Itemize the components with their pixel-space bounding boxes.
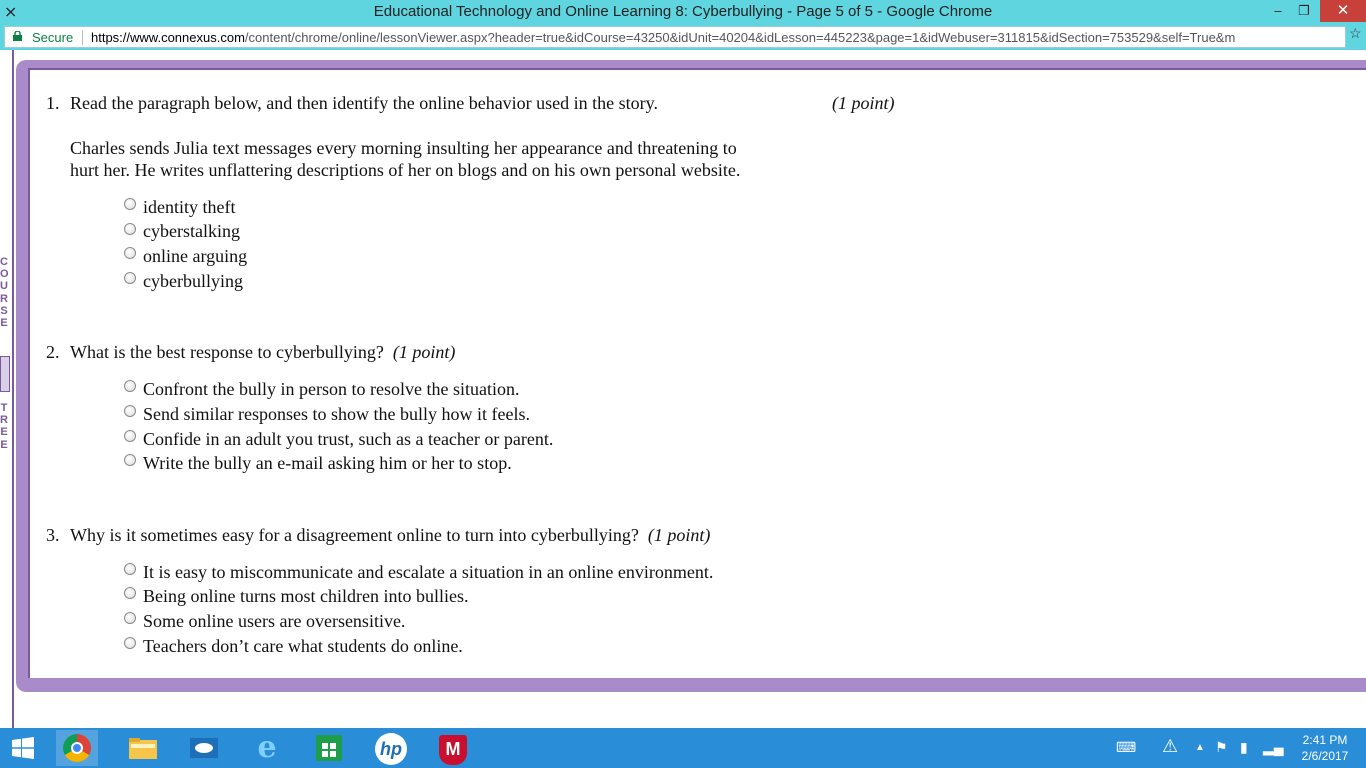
question-1-points: (1 point)	[832, 93, 895, 113]
secure-label[interactable]: Secure	[32, 30, 73, 45]
q1-option-1-radio[interactable]	[124, 198, 136, 210]
q3-option-3-label[interactable]: Some online users are oversensitive.	[143, 611, 405, 632]
course-tree-tab[interactable]: C O U R S E T R E E	[0, 50, 14, 728]
window-title-bar: ⨯ Educational Technology and Online Lear…	[0, 0, 1366, 24]
file-explorer-icon[interactable]	[122, 730, 164, 766]
q2-option-4-radio[interactable]	[124, 454, 136, 466]
q1-option-2-radio[interactable]	[124, 223, 136, 235]
minimize-button[interactable]: –	[1265, 0, 1291, 22]
course-label: C O U R S E	[0, 256, 9, 330]
omnibox[interactable]: Secure https://www.connexus.com/content/…	[4, 26, 1346, 48]
question-2-points: (1 point)	[392, 342, 456, 362]
store-icon[interactable]	[308, 730, 350, 766]
q1-option-3-label[interactable]: online arguing	[143, 246, 247, 267]
question-3-prompt-text: Why is it sometimes easy for a disagreem…	[70, 525, 639, 545]
network-signal-icon[interactable]: ▂▄	[1263, 739, 1284, 756]
question-1-passage-line-2: hurt her. He writes unflattering descrip…	[70, 160, 741, 180]
hp-icon[interactable]: hp	[370, 730, 412, 766]
address-bar: Secure https://www.connexus.com/content/…	[0, 24, 1366, 50]
q3-option-1-radio[interactable]	[124, 563, 136, 575]
lock-icon	[13, 31, 22, 41]
q2-option-4-label[interactable]: Write the bully an e-mail asking him or …	[143, 453, 512, 474]
question-3-prompt: Why is it sometimes easy for a disagreem…	[70, 525, 710, 546]
onedrive-icon[interactable]	[183, 730, 225, 766]
q3-option-2-radio[interactable]	[124, 587, 136, 599]
chrome-icon	[63, 734, 91, 762]
url-domain: https://www.connexus.com	[91, 30, 245, 45]
hp-logo: hp	[375, 733, 407, 765]
mcafee-icon[interactable]: M	[432, 730, 474, 766]
window-title: Educational Technology and Online Learni…	[373, 3, 993, 20]
mcafee-logo: M	[439, 735, 467, 765]
show-hidden-icons-icon[interactable]: ▲	[1195, 742, 1205, 753]
q1-option-2-label[interactable]: cyberstalking	[143, 221, 240, 242]
clock-date: 2/6/2017	[1301, 749, 1349, 763]
system-clock[interactable]: 2:41 PM 2/6/2017	[1290, 732, 1360, 764]
assessment-card: 1. Read the paragraph below, and then id…	[28, 68, 1366, 678]
windows-start-icon[interactable]	[2, 730, 44, 766]
question-3-number: 3.	[46, 525, 60, 545]
action-center-icon[interactable]: ⚠	[1162, 736, 1178, 757]
url-text[interactable]: https://www.connexus.com/content/chrome/…	[91, 30, 1345, 45]
question-3-points: (1 point)	[647, 525, 711, 545]
close-button[interactable]: ✕	[1320, 0, 1366, 22]
q1-option-1-label[interactable]: identity theft	[143, 197, 235, 218]
q1-option-4-radio[interactable]	[124, 272, 136, 284]
q1-option-3-radio[interactable]	[124, 247, 136, 259]
tree-label-wrap: T R E E	[0, 402, 10, 451]
q2-option-1-label[interactable]: Confront the bully in person to resolve …	[143, 379, 519, 400]
q3-option-4-radio[interactable]	[124, 637, 136, 649]
clock-time: 2:41 PM	[1302, 733, 1348, 747]
question-2-number: 2.	[46, 342, 60, 362]
course-tree-toggle[interactable]	[0, 356, 10, 392]
flag-icon[interactable]: ⚑	[1215, 739, 1228, 756]
q2-option-1-radio[interactable]	[124, 380, 136, 392]
internet-explorer-icon[interactable]: e	[246, 730, 288, 766]
q1-option-4-label[interactable]: cyberbullying	[143, 271, 243, 292]
keyboard-icon[interactable]: ⌨	[1116, 739, 1136, 756]
question-1-number: 1.	[46, 93, 60, 113]
q2-option-2-label[interactable]: Send similar responses to show the bully…	[143, 404, 530, 425]
power-icon[interactable]: ▮	[1240, 739, 1248, 756]
bookmark-star-icon[interactable]: ☆	[1349, 25, 1362, 42]
taskbar: e hp M ⌨ ⚠ ▲ ⚑ ▮ ▂▄ 2:41 PM 2/6/2017	[0, 728, 1366, 768]
course-tree-label: C O U R S E	[0, 256, 10, 329]
q3-option-2-label[interactable]: Being online turns most children into bu…	[143, 586, 468, 607]
q3-option-3-radio[interactable]	[124, 612, 136, 624]
q2-option-3-radio[interactable]	[124, 430, 136, 442]
page-content: C O U R S E T R E E 1. Read the paragrap…	[0, 50, 1366, 728]
q2-option-2-radio[interactable]	[124, 405, 136, 417]
address-divider	[82, 30, 83, 45]
question-1-passage-line-1: Charles sends Julia text messages every …	[70, 138, 737, 158]
tree-label: T R E E	[0, 402, 8, 451]
chrome-taskbar-button[interactable]	[56, 730, 98, 766]
question-2-prompt: What is the best response to cyberbullyi…	[70, 342, 455, 363]
maximize-button[interactable]: ❐	[1291, 0, 1317, 22]
q3-option-4-label[interactable]: Teachers don’t care what students do onl…	[143, 636, 463, 657]
url-path: /content/chrome/online/lessonViewer.aspx…	[244, 30, 1236, 45]
q2-option-3-label[interactable]: Confide in an adult you trust, such as a…	[143, 429, 553, 450]
question-2-prompt-text: What is the best response to cyberbullyi…	[70, 342, 384, 362]
q3-option-1-label[interactable]: It is easy to miscommunicate and escalat…	[143, 562, 713, 583]
question-1-prompt: Read the paragraph below, and then ident…	[70, 93, 658, 113]
